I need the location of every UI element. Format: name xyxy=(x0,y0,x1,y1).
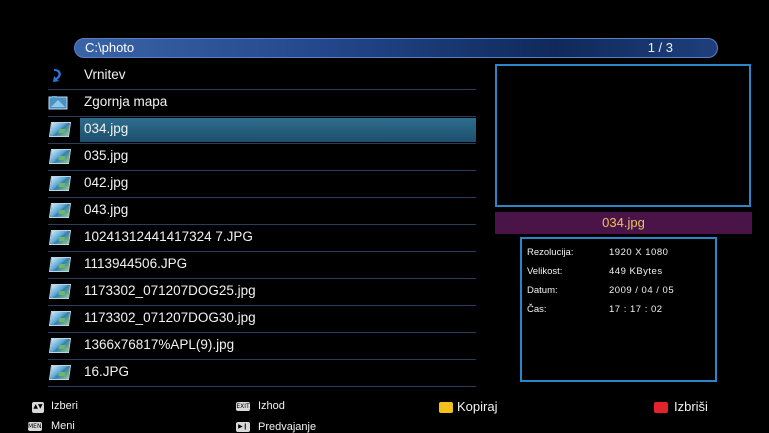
list-item-label: 1173302_071207DOG30.jpg xyxy=(84,310,256,325)
list-item-label: 16.JPG xyxy=(84,364,130,379)
time-label: Čas: xyxy=(527,304,547,315)
size-label: Velikost: xyxy=(527,266,563,277)
help-delete: Izbriši xyxy=(674,399,708,414)
image-file-icon xyxy=(48,148,72,164)
play-pause-icon: ▶❙ xyxy=(236,422,250,432)
selection-highlight xyxy=(80,118,476,142)
list-item[interactable]: 035.jpg xyxy=(48,144,476,171)
image-file-icon xyxy=(48,256,72,272)
current-path: C:\photo xyxy=(85,40,135,55)
page-indicator: 1 / 3 xyxy=(647,40,673,55)
red-key-icon xyxy=(654,402,668,413)
list-item[interactable]: 1113944506.JPG xyxy=(48,252,476,279)
list-item-label: 035.jpg xyxy=(84,148,129,163)
selected-filename: 034.jpg xyxy=(602,215,645,230)
list-item-return[interactable]: Vrnitev xyxy=(48,63,476,90)
list-item-label: 1173302_071207DOG25.jpg xyxy=(84,283,256,298)
list-item-label: 10241312441417324 7.JPG xyxy=(84,229,253,244)
list-item-label: 034.jpg xyxy=(84,121,129,136)
path-bar: C:\photo 1 / 3 xyxy=(74,38,718,58)
list-item-label: 1113944506.JPG xyxy=(84,256,188,271)
help-menu: Meni xyxy=(51,420,75,432)
list-item-label: 1366x76817%APL(9).jpg xyxy=(84,337,235,352)
return-arrow-icon xyxy=(53,69,61,82)
list-item[interactable]: 1173302_071207DOG25.jpg xyxy=(48,279,476,306)
resolution-value: 1920 X 1080 xyxy=(609,247,669,258)
image-file-icon xyxy=(48,175,72,191)
up-folder-icon xyxy=(48,96,68,110)
image-file-icon xyxy=(48,283,72,299)
image-file-icon xyxy=(48,229,72,245)
image-file-icon xyxy=(48,337,72,353)
image-preview-pane xyxy=(495,64,751,207)
list-item[interactable]: 10241312441417324 7.JPG xyxy=(48,225,476,252)
list-item[interactable]: 1366x76817%APL(9).jpg xyxy=(48,333,476,360)
help-copy: Kopiraj xyxy=(457,399,498,414)
list-item-label: Zgornja mapa xyxy=(84,94,168,109)
image-file-icon xyxy=(48,121,72,137)
time-value: 17 : 17 : 02 xyxy=(609,304,663,315)
list-item[interactable]: 1173302_071207DOG30.jpg xyxy=(48,306,476,333)
file-list: Vrnitev Zgornja mapa 034.jpg 035.jpg 042… xyxy=(48,63,476,387)
help-exit: Izhod xyxy=(258,400,285,412)
list-item[interactable]: 16.JPG xyxy=(48,360,476,387)
menu-key-icon: MENU xyxy=(28,422,46,431)
yellow-key-icon xyxy=(439,402,453,413)
file-info-panel: Rezolucija: 1920 X 1080 Velikost: 449 KB… xyxy=(520,237,717,382)
image-file-icon xyxy=(48,310,72,326)
size-value: 449 KBytes xyxy=(609,266,663,277)
list-item-label: 042.jpg xyxy=(84,175,129,190)
list-item-label: 043.jpg xyxy=(84,202,129,217)
date-value: 2009 / 04 / 05 xyxy=(609,285,675,296)
date-label: Datum: xyxy=(527,285,558,296)
help-play: Predvajanje xyxy=(258,421,317,433)
list-item[interactable]: 042.jpg xyxy=(48,171,476,198)
selected-filename-bar: 034.jpg xyxy=(495,212,752,234)
list-item-label: Vrnitev xyxy=(84,67,126,82)
list-item[interactable]: 043.jpg xyxy=(48,198,476,225)
up-down-arrow-icon: ▲▼ xyxy=(32,402,44,413)
resolution-label: Rezolucija: xyxy=(527,247,574,258)
exit-key-icon: EXIT xyxy=(236,402,250,411)
list-item-selected[interactable]: 034.jpg xyxy=(48,117,476,144)
image-file-icon xyxy=(48,202,72,218)
image-file-icon xyxy=(48,364,72,380)
list-item-up-folder[interactable]: Zgornja mapa xyxy=(48,90,476,117)
help-select: Izberi xyxy=(51,400,78,412)
